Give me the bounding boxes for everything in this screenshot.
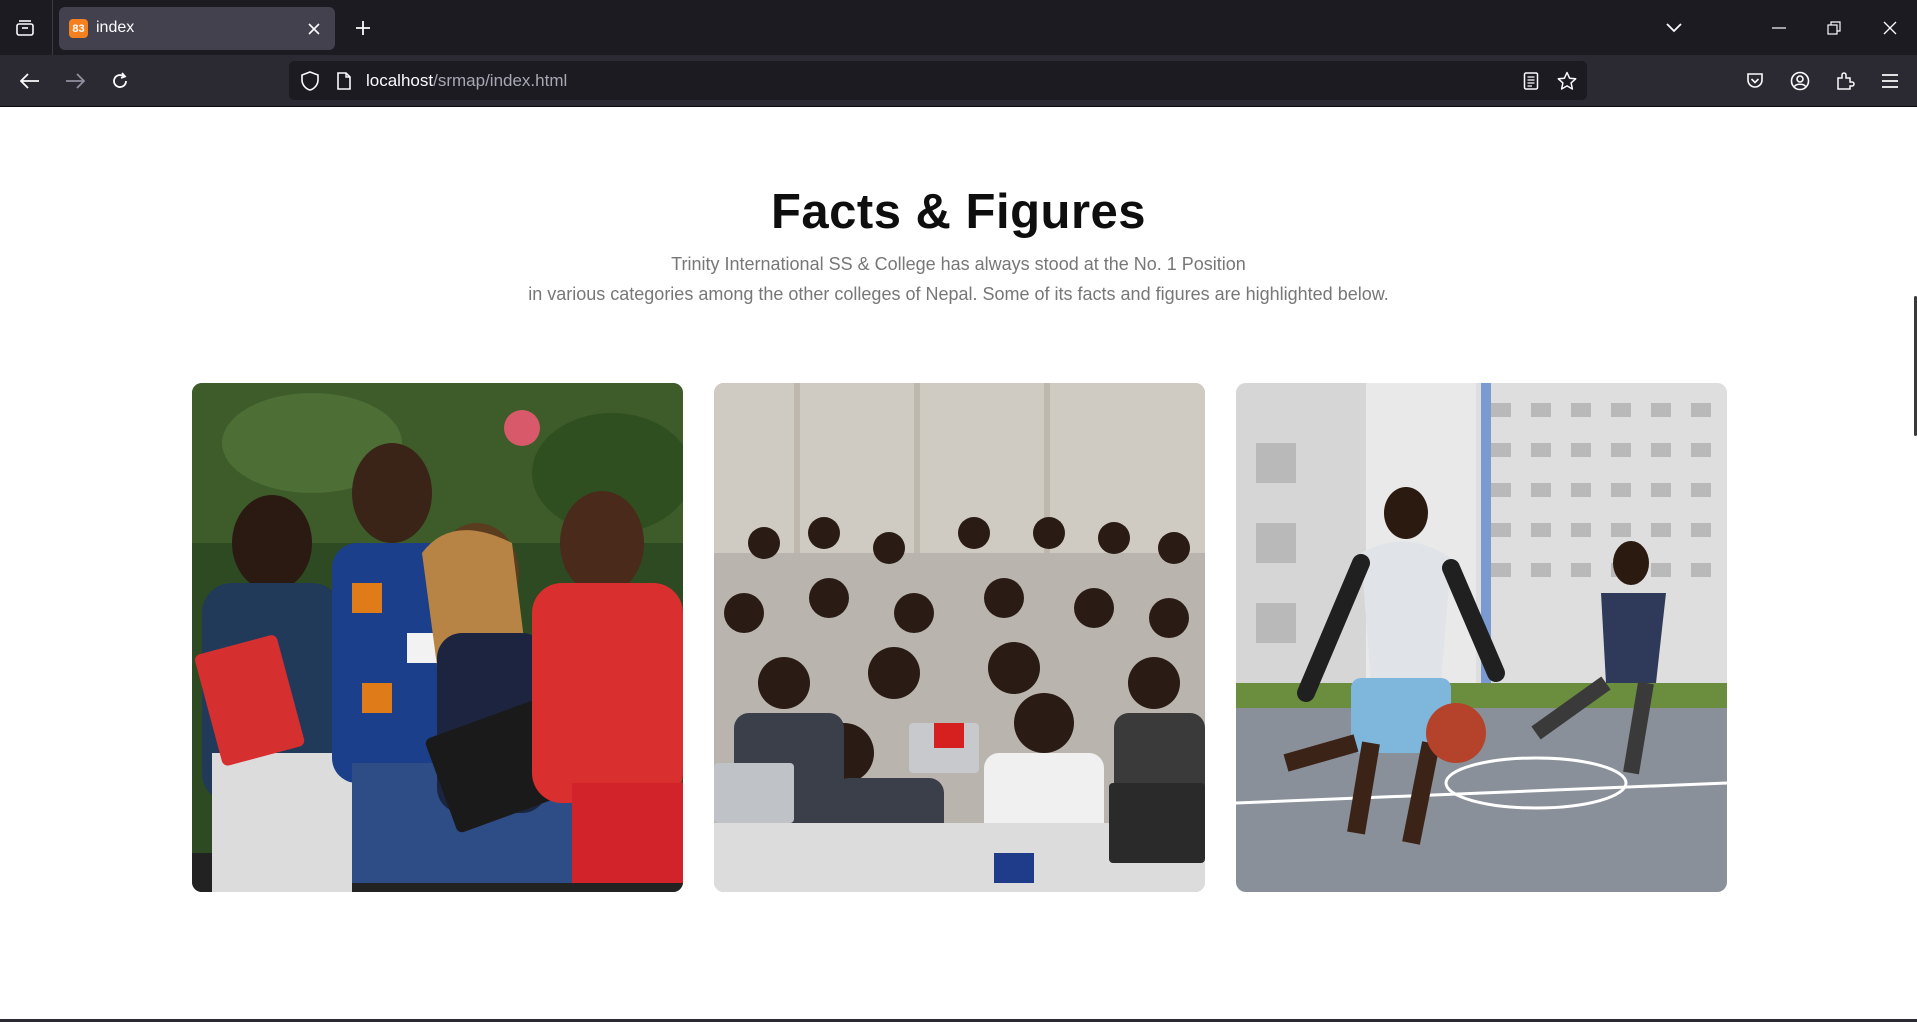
- back-arrow-icon[interactable]: [15, 66, 45, 96]
- restore-icon[interactable]: [1820, 14, 1848, 42]
- fact-image-card: [714, 383, 1205, 892]
- reader-view-icon[interactable]: [1519, 69, 1543, 93]
- close-icon[interactable]: [303, 18, 325, 40]
- url-path: /srmap/index.html: [433, 71, 568, 90]
- fact-image-card: [1236, 383, 1727, 892]
- hamburger-menu-icon[interactable]: [1875, 66, 1905, 96]
- reload-icon[interactable]: [105, 66, 135, 96]
- shield-icon[interactable]: [299, 70, 321, 92]
- close-window-icon[interactable]: [1876, 14, 1904, 42]
- url-bar[interactable]: localhost/srmap/index.html: [289, 61, 1587, 100]
- subtitle-line-1: Trinity International SS & College has a…: [671, 254, 1246, 274]
- tab-list-icon[interactable]: [10, 14, 40, 42]
- navigation-toolbar: localhost/srmap/index.html: [0, 55, 1917, 107]
- minimize-icon[interactable]: [1765, 14, 1793, 42]
- lecture-hall-photo: [714, 383, 1205, 892]
- pocket-icon[interactable]: [1740, 66, 1770, 96]
- account-icon[interactable]: [1785, 66, 1815, 96]
- tab-separator: [52, 0, 53, 55]
- page-icon[interactable]: [333, 70, 355, 92]
- url-host: localhost: [366, 71, 434, 90]
- section-subtitle: Trinity International SS & College has a…: [0, 249, 1917, 309]
- xampp-favicon-icon: 83: [69, 19, 88, 38]
- fact-image-card: [192, 383, 683, 892]
- page-content: Facts & Figures Trinity International SS…: [0, 107, 1917, 1022]
- tab-bar: 83 index: [0, 0, 1917, 55]
- tab-title: index: [96, 19, 135, 36]
- students-outdoors-photo: [192, 383, 683, 892]
- basketball-photo: [1236, 383, 1727, 892]
- tab-index[interactable]: 83 index: [59, 7, 335, 50]
- subtitle-line-2: in various categories among the other co…: [528, 284, 1389, 304]
- extensions-icon[interactable]: [1830, 66, 1860, 96]
- star-icon[interactable]: [1555, 69, 1579, 93]
- section-title: Facts & Figures: [770, 185, 1147, 239]
- chevron-down-icon[interactable]: [1660, 14, 1688, 42]
- plus-icon[interactable]: [349, 14, 377, 42]
- forward-arrow-icon[interactable]: [60, 66, 90, 96]
- url-text[interactable]: localhost/srmap/index.html: [366, 71, 567, 91]
